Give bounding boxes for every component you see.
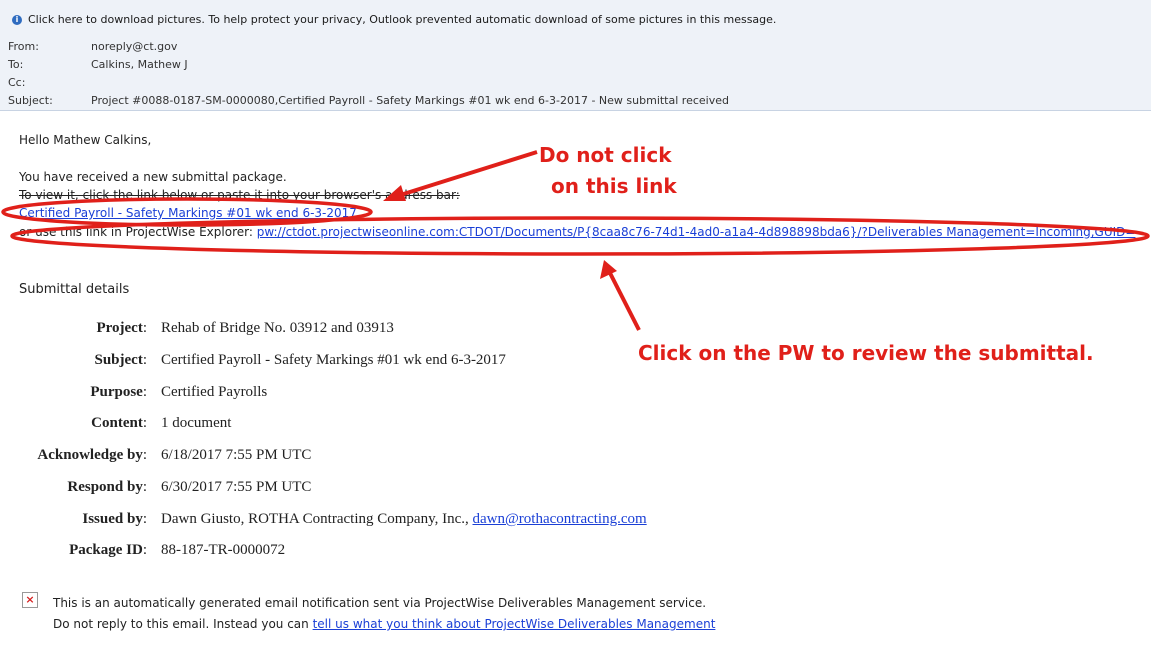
submittal-details-heading: Submittal details: [19, 282, 130, 297]
detail-value-project: Rehab of Bridge No. 03912 and 03913: [161, 320, 394, 336]
from-value[interactable]: noreply@ct.gov: [91, 38, 177, 56]
detail-label-project: Project:: [96, 320, 147, 336]
issuer-email-link[interactable]: dawn@rothacontracting.com: [473, 511, 647, 527]
arrow-to-pw-link: [608, 272, 641, 331]
instructions-line: To view it, click the link below or past…: [19, 188, 460, 202]
detail-label-acknowledge-by: Acknowledge by:: [37, 447, 147, 463]
to-value[interactable]: Calkins, Mathew J: [91, 56, 188, 74]
from-row: From: noreply@ct.gov: [0, 38, 1151, 56]
infobar-text[interactable]: Click here to download pictures. To help…: [28, 4, 776, 36]
projectwise-explorer-link[interactable]: pw://ctdot.projectwiseonline.com:CTDOT/D…: [257, 225, 1136, 239]
footer-feedback-prefix: Do not reply to this email. Instead you …: [53, 617, 313, 631]
footer-feedback-row: Do not reply to this email. Instead you …: [53, 617, 715, 631]
detail-label-respond-by: Respond by:: [67, 479, 147, 495]
detail-value-issued-by: Dawn Giusto, ROTHA Contracting Company, …: [161, 511, 647, 527]
subject-row: Subject: Project #0088-0187-SM-0000080,C…: [0, 92, 1151, 110]
broken-image-icon: ×: [22, 592, 38, 608]
detail-value-respond-by: 6/30/2017 7:55 PM UTC: [161, 479, 312, 495]
detail-label-purpose: Purpose:: [90, 384, 147, 400]
cc-row: Cc:: [0, 74, 1151, 92]
subject-label: Subject:: [8, 94, 53, 107]
annotation-click-pw: Click on the PW to review the submittal.: [638, 341, 1094, 365]
arrow-head-pw-link: [600, 260, 617, 279]
certified-payroll-web-link[interactable]: Certified Payroll - Safety Markings #01 …: [19, 206, 357, 220]
projectwise-link-row: or use this link in ProjectWise Explorer…: [19, 225, 1135, 239]
cc-label: Cc:: [8, 76, 26, 89]
greeting: Hello Mathew Calkins,: [19, 133, 152, 147]
detail-label-issued-by: Issued by:: [82, 511, 147, 527]
picture-download-infobar[interactable]: i Click here to download pictures. To he…: [0, 4, 1151, 36]
annotation-do-not-click-line1: Do not click: [539, 143, 672, 167]
detail-value-content: 1 document: [161, 415, 232, 431]
from-label: From:: [8, 40, 39, 53]
detail-value-subject: Certified Payroll - Safety Markings #01 …: [161, 352, 506, 368]
annotation-do-not-click-line2: on this link: [551, 174, 677, 198]
intro-line: You have received a new submittal packag…: [19, 170, 287, 184]
detail-label-package-id: Package ID:: [69, 542, 147, 558]
to-row: To: Calkins, Mathew J: [0, 56, 1151, 74]
info-icon: i: [12, 15, 22, 25]
detail-label-content: Content:: [91, 415, 147, 431]
detail-value-purpose: Certified Payrolls: [161, 384, 268, 400]
subject-value: Project #0088-0187-SM-0000080,Certified …: [91, 94, 729, 107]
detail-value-acknowledge-by: 6/18/2017 7:55 PM UTC: [161, 447, 312, 463]
projectwise-link-prefix: or use this link in ProjectWise Explorer…: [19, 225, 257, 239]
feedback-link[interactable]: tell us what you think about ProjectWise…: [313, 617, 716, 631]
footer-notice: This is an automatically generated email…: [53, 596, 707, 610]
detail-label-subject: Subject:: [94, 352, 147, 368]
detail-value-package-id: 88-187-TR-0000072: [161, 542, 286, 558]
to-label: To:: [8, 58, 24, 71]
message-header: i Click here to download pictures. To he…: [0, 0, 1151, 111]
